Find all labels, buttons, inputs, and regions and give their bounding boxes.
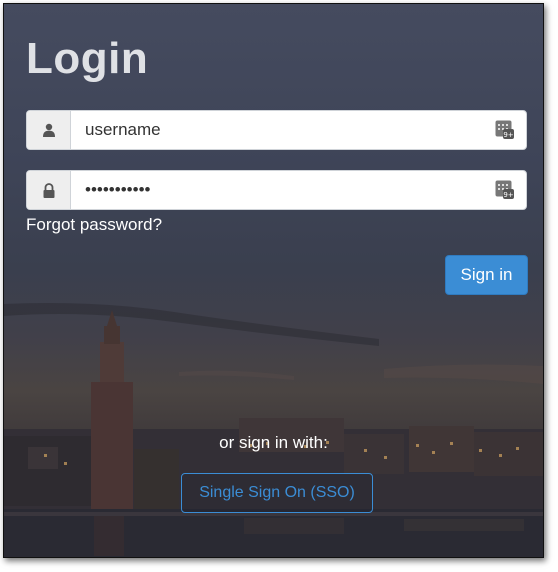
username-input[interactable] [71,111,490,149]
sign-in-button[interactable]: Sign in [445,255,528,295]
user-icon [27,111,71,149]
password-input[interactable] [71,171,490,209]
lock-icon [27,171,71,209]
page-title: Login [26,34,149,83]
keypad-icon[interactable]: 9+ [490,180,520,200]
forgot-password-link[interactable]: Forgot password? [26,215,162,235]
keypad-icon[interactable]: 9+ [490,120,520,140]
or-sign-in-with-label: or sign in with: [219,433,328,452]
sso-button[interactable]: Single Sign On (SSO) [181,473,373,513]
username-field: 9+ [26,110,527,150]
svg-text:9+: 9+ [503,131,513,139]
password-field: 9+ [26,170,527,210]
login-page: Login 9+ [3,3,544,558]
svg-text:9+: 9+ [503,191,513,199]
